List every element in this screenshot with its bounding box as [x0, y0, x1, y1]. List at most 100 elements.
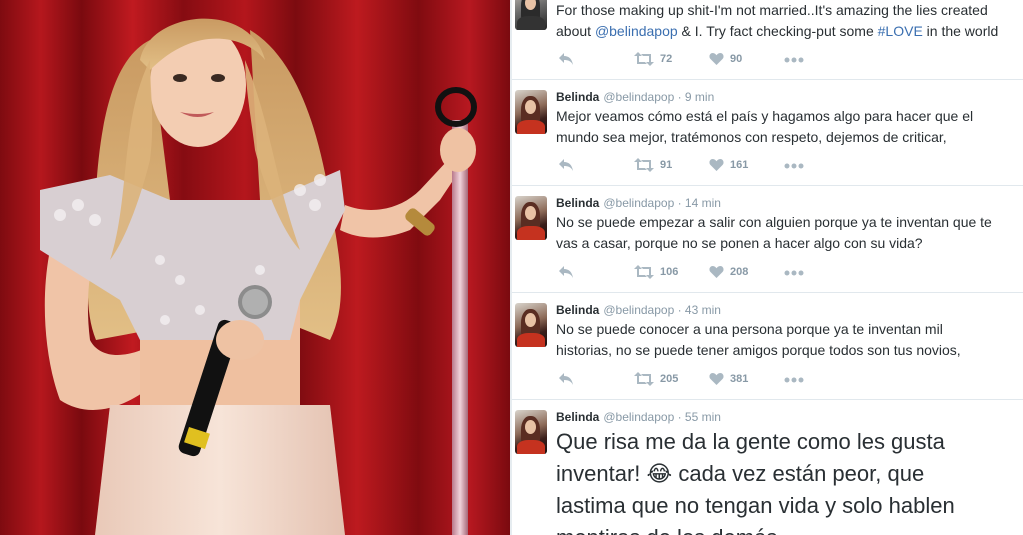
tweet-actions: 72 90 [556, 52, 856, 70]
tweet: Belinda @belindapop · 43 min No se puede … [512, 293, 1023, 400]
tweet-text-line: Mejor veamos cómo está el país y hagamos… [556, 108, 974, 124]
author-handle[interactable]: @belindapop [603, 196, 674, 210]
author-name[interactable]: Belinda [556, 303, 599, 317]
tweet-text: Mejor veamos cómo está el país y hagamos… [556, 106, 1023, 148]
retweet-button[interactable]: 106 [634, 265, 678, 279]
skirt [95, 405, 345, 535]
tweet-text-span: inventar! [556, 461, 647, 486]
author-handle[interactable]: @belindapop [603, 303, 674, 317]
tweet-text: No se puede empezar a salir con alguien … [556, 212, 1023, 254]
retweet-icon [634, 372, 654, 386]
like-count: 381 [730, 373, 749, 385]
like-button[interactable]: 161 [709, 158, 748, 172]
author-handle[interactable]: @belindapop [603, 410, 674, 424]
tweet-actions: 205 381 [556, 372, 856, 390]
laughing-emoji-icon: 😂 [646, 461, 673, 486]
reply-button[interactable] [558, 158, 574, 172]
retweet-icon [634, 158, 654, 172]
avatar[interactable] [515, 0, 547, 30]
heart-icon [709, 373, 724, 385]
more-button[interactable] [784, 53, 804, 67]
more-button[interactable] [784, 373, 804, 387]
like-count: 161 [730, 159, 749, 171]
avatar[interactable] [515, 196, 547, 240]
reply-button[interactable] [558, 265, 574, 279]
retweet-button[interactable]: 72 [634, 52, 672, 66]
tweet-text: For those making up shit-I'm not married… [556, 0, 1023, 42]
tweet-header: Belinda @belindapop · 43 min [556, 303, 721, 317]
author-name[interactable]: Belinda [556, 410, 599, 424]
more-icon [784, 163, 804, 169]
more-icon [784, 377, 804, 383]
tweet-text-line: For those making up shit-I'm not married… [556, 2, 988, 18]
heart-icon [709, 266, 724, 278]
tweet-text: Que risa me da la gente como les gusta i… [556, 426, 1023, 535]
tweet-time[interactable]: · 9 min [678, 90, 715, 104]
heart-icon [709, 53, 724, 65]
tweet-header: Belinda @belindapop · 55 min [556, 410, 721, 424]
retweet-icon [634, 265, 654, 279]
singer-illustration [0, 0, 510, 535]
retweet-button[interactable]: 205 [634, 372, 678, 386]
retweet-count: 106 [660, 266, 679, 278]
tweet-text-line: Que risa me da la gente como les gusta [556, 429, 945, 454]
heart-icon [709, 159, 724, 171]
author-name[interactable]: Belinda [556, 196, 599, 210]
reply-icon [559, 266, 573, 278]
retweet-count: 205 [660, 373, 679, 385]
reply-icon [559, 53, 573, 65]
tweet-text-line: mentiras de los demás [556, 522, 1023, 535]
tweet-text-line: inventar! 😂 cada vez están peor, que [556, 458, 1023, 490]
author-name[interactable]: Belinda [556, 90, 599, 104]
tweet: Belinda @belindapop · 55 min Que risa me … [512, 400, 1023, 535]
twitter-feed: For those making up shit-I'm not married… [510, 0, 1023, 535]
like-button[interactable]: 381 [709, 372, 748, 386]
tweet: Belinda @belindapop · 14 min No se puede … [512, 186, 1023, 293]
tweet-text-line: mundo sea mejor, tratémonos con respeto,… [556, 129, 947, 145]
more-icon [784, 270, 804, 276]
like-button[interactable]: 90 [709, 52, 742, 66]
avatar[interactable] [515, 303, 547, 347]
tweet-actions: 91 161 [556, 158, 856, 176]
retweet-icon [634, 52, 654, 66]
tweet-text: No se puede conocer a una persona porque… [556, 319, 1023, 361]
retweet-count: 91 [660, 159, 673, 171]
more-button[interactable] [784, 159, 804, 173]
tweet: Belinda @belindapop · 9 min Mejor veamos … [512, 80, 1023, 186]
like-count: 90 [730, 53, 743, 65]
reply-button[interactable] [558, 372, 574, 386]
avatar[interactable] [515, 410, 547, 454]
tweet-time[interactable]: · 43 min [678, 303, 721, 317]
tweet-text-line: No se puede conocer a una persona porque… [556, 321, 943, 337]
tweet-header: Belinda @belindapop · 14 min [556, 196, 721, 210]
tweet-text-span: in the world [922, 23, 999, 39]
tweet-header: Belinda @belindapop · 9 min [556, 90, 714, 104]
reply-icon [559, 373, 573, 385]
tweet-text-line: vas a casar, porque no se ponen a hacer … [556, 235, 923, 251]
tweet-time[interactable]: · 55 min [678, 410, 721, 424]
tweet-time[interactable]: · 14 min [678, 196, 721, 210]
tweet-text-span: about [556, 23, 595, 39]
like-count: 208 [730, 266, 749, 278]
author-handle[interactable]: @belindapop [603, 90, 674, 104]
tweet-text-line: lastima que no tengan vida y solo hablen [556, 493, 955, 518]
retweet-count: 72 [660, 53, 673, 65]
tweet: For those making up shit-I'm not married… [512, 0, 1023, 80]
reply-icon [559, 159, 573, 171]
hashtag-link[interactable]: #LOVE [878, 23, 923, 39]
reply-button[interactable] [558, 52, 574, 66]
tweet-text-line: historias, no se puede tener amigos porq… [556, 342, 961, 358]
mic-stand [452, 120, 468, 535]
tweet-text-span: cada vez están peor, que [672, 461, 925, 486]
tweet-text-span: & I. Try fact checking-put some [677, 23, 878, 39]
mention-link[interactable]: @belindapop [595, 23, 678, 39]
tweet-text-line: about @belindapop & I. Try fact checking… [556, 21, 1023, 42]
tweet-text-line: No se puede empezar a salir con alguien … [556, 214, 992, 230]
more-button[interactable] [784, 266, 804, 280]
like-button[interactable]: 208 [709, 265, 748, 279]
retweet-button[interactable]: 91 [634, 158, 672, 172]
concert-photo [0, 0, 510, 535]
more-icon [784, 57, 804, 63]
tweet-actions: 106 208 [556, 265, 856, 283]
avatar[interactable] [515, 90, 547, 134]
